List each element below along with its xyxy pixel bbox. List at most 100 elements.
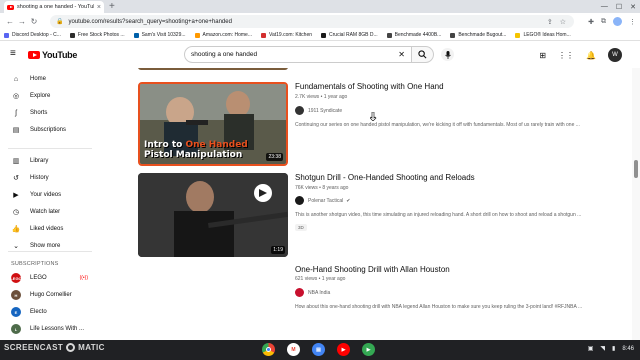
bookmark-star-icon[interactable]: ☆	[560, 18, 566, 26]
omnibox-actions: ⇪ ☆	[547, 15, 566, 28]
youtube-logo[interactable]: YouTube	[28, 50, 77, 60]
screenshot-icon[interactable]: ▣	[588, 345, 594, 352]
voice-search-button[interactable]	[441, 48, 454, 61]
youtube-logo-icon	[28, 51, 40, 59]
thumbnail-image	[138, 173, 288, 257]
channel-link[interactable]: Polenar Tactical ✔	[295, 196, 350, 205]
subscription-item[interactable]: E Electo	[0, 304, 98, 320]
sidebar-item-library[interactable]: ▥ Library	[0, 153, 98, 169]
sidebar-item-label: Your videos	[30, 192, 62, 198]
library-icon: ▥	[12, 158, 20, 165]
subscription-item[interactable]: L Life Lessons With ...	[0, 321, 98, 337]
sidebar-item-explore[interactable]: ◎ Explore	[0, 88, 98, 104]
forward-icon[interactable]: →	[16, 17, 28, 26]
subscription-item[interactable]: LEGO LEGO ((•))	[0, 270, 98, 286]
page-scrollbar[interactable]	[632, 68, 640, 340]
lock-icon[interactable]: 🔒	[56, 18, 63, 25]
subscription-item[interactable]: H Hugo Cornellier	[0, 287, 98, 303]
bookmark-item[interactable]: Vat19.com: Kitchen	[261, 32, 312, 38]
minimize-icon[interactable]: —	[601, 3, 608, 10]
new-tab-button[interactable]: +	[109, 1, 115, 12]
bookmark-item[interactable]: Sam's Visit 10329...	[133, 32, 186, 38]
thumbnail-caption: Pistol Manipulation	[144, 150, 243, 160]
verified-badge-icon: ✔	[346, 197, 351, 204]
share-icon[interactable]: ⇪	[547, 18, 553, 26]
bookmark-item[interactable]: Free Stock Photos ...	[69, 32, 125, 38]
notifications-bell-icon[interactable]: 🔔	[586, 51, 596, 60]
bookmark-item[interactable]: Crucial RAM 8GB D...	[321, 32, 378, 38]
sidebar-item-show-more[interactable]: ⌄ Show more	[0, 238, 98, 254]
play-store-app-icon[interactable]: ▶	[362, 343, 375, 356]
sidebar-item-label: Subscriptions	[30, 127, 67, 133]
profile-avatar[interactable]	[613, 17, 622, 26]
create-video-icon[interactable]: ⊞	[539, 51, 546, 60]
live-indicator-icon: ((•))	[79, 275, 88, 281]
video-thumbnail[interactable]: 1:19	[138, 173, 288, 257]
gmail-app-icon[interactable]: M	[287, 343, 300, 356]
search-button[interactable]	[412, 46, 434, 63]
sidebar-item-liked-videos[interactable]: 👍 Liked videos	[0, 221, 98, 237]
subscription-label: Hugo Cornellier	[30, 292, 72, 298]
sidebar-item-subscriptions[interactable]: ▤ Subscriptions	[0, 122, 98, 138]
close-window-icon[interactable]: ✕	[630, 3, 636, 11]
sidebar-item-watch-later[interactable]: ◷ Watch later	[0, 204, 98, 220]
youtube-app-icon[interactable]: ▶	[337, 343, 350, 356]
browser-toolbar: ← → ↻ 🔒 youtube.com/results?search_query…	[0, 13, 640, 30]
previous-video-thumbnail[interactable]	[138, 68, 288, 70]
search-input[interactable]: shooting a one handed ✕	[184, 46, 412, 63]
sidebar-item-label: Home	[30, 76, 47, 82]
channel-name: Polenar Tactical	[308, 197, 344, 204]
bookmark-item[interactable]: LEGO® Ideas Hom...	[515, 32, 571, 38]
tab-close-icon[interactable]: ×	[97, 4, 101, 11]
channel-link[interactable]: NBA India	[295, 288, 330, 297]
video-title[interactable]: One-Hand Shooting Drill with Allan Houst…	[295, 265, 450, 274]
sidebar-item-home[interactable]: ⌂ Home	[0, 71, 98, 87]
sidebar: SUBSCRIPTIONS ⌂ Home ◎ Explore ʃ Shorts ▤ Subsc…	[0, 68, 100, 340]
apps-grid-icon[interactable]: ⋮⋮	[558, 51, 574, 60]
video-title[interactable]: Fundamentals of Shooting with One Hand	[295, 82, 444, 91]
search-query-text: shooting a one handed	[191, 51, 258, 58]
sidebar-item-shorts[interactable]: ʃ Shorts	[0, 105, 98, 121]
sidebar-item-label: Explore	[30, 93, 51, 99]
account-avatar[interactable]: W	[608, 48, 622, 62]
microphone-icon	[444, 50, 451, 59]
sidebar-divider	[8, 148, 92, 149]
screencast-watermark: SCREENCAST MATIC	[4, 343, 105, 352]
back-icon[interactable]: ←	[4, 17, 16, 26]
bookmark-favicon-icon	[194, 32, 200, 38]
browser-tab[interactable]: shooting a one handed - YouTube ×	[4, 1, 104, 13]
watch-later-icon: ◷	[12, 209, 20, 216]
youtube-favicon-icon	[7, 4, 14, 10]
clear-search-icon[interactable]: ✕	[398, 50, 405, 59]
hamburger-menu-icon[interactable]: ≡	[10, 49, 16, 59]
show-more-icon: ⌄	[13, 243, 19, 250]
channel-link[interactable]: 1911 Syndicate	[295, 106, 342, 115]
reload-icon[interactable]: ↻	[28, 17, 40, 26]
video-meta: 76K views • 8 years ago	[295, 185, 349, 191]
bookmark-favicon-icon	[69, 32, 75, 38]
channel-name: 1911 Syndicate	[308, 107, 343, 114]
system-tray[interactable]: ▣ ◥ ▮ 8:46	[588, 345, 634, 353]
bookmark-label: Discord Desktop - C...	[12, 32, 61, 38]
puzzle-icon[interactable]: ⧉	[601, 18, 606, 26]
sidebar-item-your-videos[interactable]: ▶ Your videos	[0, 187, 98, 203]
subscriptions-icon: ▤	[12, 127, 20, 134]
bookmark-item[interactable]: Benchmade 4400B...	[386, 32, 441, 38]
sidebar-item-history[interactable]: ↺ History	[0, 170, 98, 186]
bookmark-item[interactable]: Benchmade Bugout...	[450, 32, 506, 38]
bookmark-label: Free Stock Photos ...	[77, 32, 125, 38]
video-title[interactable]: Shotgun Drill - One-Handed Shooting and …	[295, 173, 475, 182]
bookmark-item[interactable]: Amazon.com: Home...	[194, 32, 253, 38]
bookmark-item[interactable]: Discord Desktop - C...	[4, 32, 61, 38]
video-thumbnail[interactable]: Intro to One Handed Pistol Manipulation …	[138, 82, 288, 166]
chrome-app-icon[interactable]	[262, 343, 275, 356]
watermark-text: MATIC	[78, 343, 105, 352]
extensions-icon[interactable]: ✚	[588, 18, 594, 26]
maximize-icon[interactable]: ☐	[616, 3, 622, 11]
address-bar[interactable]: 🔒 youtube.com/results?search_query=shoot…	[50, 15, 574, 28]
bookmark-label: Amazon.com: Home...	[202, 32, 253, 38]
docs-app-icon[interactable]: ▤	[312, 343, 325, 356]
video-duration: 23:38	[266, 153, 283, 161]
scrollbar-thumb[interactable]	[634, 160, 638, 178]
more-menu-icon[interactable]: ⋮	[629, 18, 636, 26]
